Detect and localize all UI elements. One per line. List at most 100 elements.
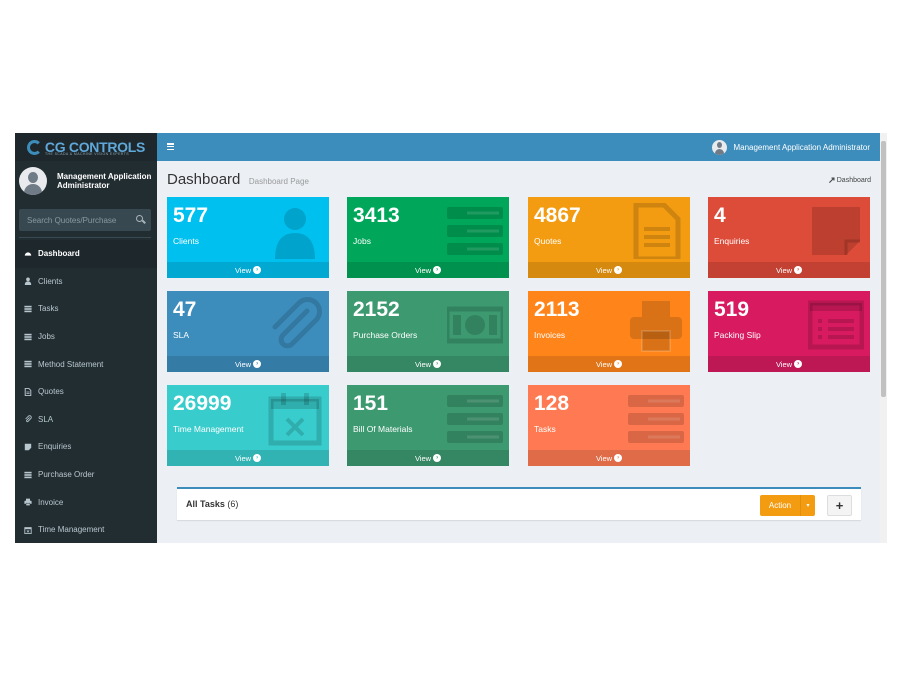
info-box-invoices: 2113 Invoices View › — [528, 291, 690, 372]
view-link[interactable]: View › — [167, 356, 329, 372]
calendar-icon — [24, 526, 32, 534]
view-link[interactable]: View › — [347, 450, 509, 466]
calendar-icon — [267, 391, 323, 447]
view-link-label: View — [234, 453, 252, 463]
info-box-clients: 577 Clients View › — [167, 197, 329, 278]
page-subtitle: Dashboard Page — [248, 177, 309, 186]
info-box-quotes: 4867 Quotes View › — [528, 197, 690, 278]
sidebar-item-label: Time Management — [38, 525, 105, 535]
info-box-count: 4 — [714, 204, 726, 227]
tasks-panel: All Tasks (6) Action ▾ + — [177, 487, 861, 520]
info-box-label: Enquiries — [714, 236, 750, 246]
view-link-label: View — [234, 359, 252, 369]
sidebar-item-quotes[interactable]: Quotes — [15, 378, 157, 406]
paperclip-icon — [24, 415, 32, 423]
search-icon[interactable] — [136, 215, 143, 222]
sidebar-item-label: Clients — [38, 276, 63, 286]
info-box-count: 577 — [173, 204, 209, 227]
info-box-tasks: 128 Tasks View › — [528, 385, 690, 466]
user-menu[interactable]: Management Application Administrator — [712, 138, 870, 156]
print-icon — [24, 498, 32, 506]
view-link[interactable]: View › — [347, 356, 509, 372]
breadcrumb[interactable]: Dashboard — [828, 177, 871, 184]
sidebar-item-method-statement[interactable]: Method Statement — [15, 350, 157, 378]
avatar — [712, 139, 728, 155]
scrollbar[interactable] — [880, 133, 887, 543]
sidebar-item-jobs[interactable]: Jobs — [15, 323, 157, 351]
sidebar-item-label: Jobs — [38, 332, 55, 342]
info-box-time-management: 26999 Time Management View › — [167, 385, 329, 466]
menu-toggle-icon[interactable] — [167, 143, 174, 151]
sidebar-item-enquiries[interactable]: Enquiries — [15, 433, 157, 461]
info-box-count: 519 — [714, 298, 750, 321]
view-link-label: View — [595, 359, 613, 369]
add-task-button[interactable]: + — [827, 495, 852, 516]
list-icon — [24, 360, 32, 368]
arrow-circle-right-icon: › — [433, 360, 442, 368]
info-box-bill-of-materials: 151 Bill Of Materials View › — [347, 385, 509, 466]
view-link[interactable]: View › — [347, 262, 509, 278]
view-link-label: View — [414, 359, 432, 369]
sidebar-item-label: Enquiries — [38, 442, 72, 452]
info-box-purchase-orders: 2152 Purchase Orders View › — [347, 291, 509, 372]
arrow-circle-right-icon: › — [794, 360, 803, 368]
view-link[interactable]: View › — [528, 450, 690, 466]
file-icon — [628, 202, 684, 262]
view-link-label: View — [775, 359, 793, 369]
view-link[interactable]: View › — [167, 450, 329, 466]
view-link-label: View — [775, 265, 793, 275]
info-box-packing-slip: 519 Packing Slip View › — [708, 291, 870, 372]
sidebar-item-label: SLA — [38, 414, 54, 424]
search-input[interactable] — [19, 209, 129, 231]
view-link-label: View — [595, 265, 613, 275]
sidebar-item-tasks[interactable]: Tasks — [15, 295, 157, 323]
list-icon — [447, 203, 503, 259]
info-box-count: 3413 — [353, 204, 400, 227]
navbar-user-name: Management Application Administrator — [733, 142, 870, 152]
dashboard-link-icon — [828, 177, 835, 183]
view-link[interactable]: View › — [708, 262, 870, 278]
sidebar-item-time-management[interactable]: Time Management — [15, 516, 157, 543]
brand-tagline: THE SCADA & MACHINE VISION EXPERTS — [45, 152, 129, 156]
sticky-note-icon — [24, 443, 32, 451]
brand-logo[interactable]: CG CONTROLS THE SCADA & MACHINE VISION E… — [15, 133, 157, 161]
arrow-circle-right-icon: › — [614, 360, 623, 368]
sticky-note-icon — [808, 203, 864, 259]
info-box-count: 128 — [534, 392, 570, 415]
info-box-label: Packing Slip — [714, 330, 761, 340]
tasks-title: All Tasks (6) — [186, 499, 238, 509]
info-box-sla: 47 SLA View › — [167, 291, 329, 372]
sidebar-item-sla[interactable]: SLA — [15, 406, 157, 434]
sidebar-item-label: Dashboard — [38, 249, 80, 259]
info-box-label: Jobs — [353, 236, 371, 246]
view-link-label: View — [234, 265, 252, 275]
tasks-count: (6) — [227, 499, 239, 509]
sidebar-item-clients[interactable]: Clients — [15, 268, 157, 296]
action-dropdown-button[interactable]: Action ▾ — [760, 495, 815, 516]
top-navbar: Management Application Administrator — [157, 133, 880, 161]
scrollbar-thumb[interactable] — [881, 141, 886, 397]
sidebar-user-name: Management Application Administrator — [57, 172, 152, 190]
view-link[interactable]: View › — [528, 356, 690, 372]
view-link[interactable]: View › — [167, 262, 329, 278]
user-panel: Management Application Administrator — [15, 163, 157, 205]
sidebar-item-purchase-order[interactable]: Purchase Order — [15, 461, 157, 489]
app-window: CG CONTROLS THE SCADA & MACHINE VISION E… — [15, 133, 887, 543]
info-box-count: 47 — [173, 298, 197, 321]
view-link[interactable]: View › — [528, 262, 690, 278]
info-box-count: 151 — [353, 392, 389, 415]
info-box-enquiries: 4 Enquiries View › — [708, 197, 870, 278]
print-icon — [628, 297, 684, 353]
logo-mark-icon — [26, 139, 42, 155]
arrow-circle-right-icon: › — [433, 454, 442, 462]
avatar — [19, 167, 47, 195]
sidebar-item-label: Tasks — [38, 304, 59, 314]
caret-down-icon[interactable]: ▾ — [800, 495, 815, 516]
sidebar-item-label: Invoice — [38, 497, 64, 507]
info-box-label: Bill Of Materials — [353, 424, 413, 434]
sidebar-item-label: Purchase Order — [38, 470, 95, 480]
sidebar-item-dashboard[interactable]: Dashboard — [15, 240, 157, 268]
sidebar-item-invoice[interactable]: Invoice — [15, 488, 157, 516]
view-link[interactable]: View › — [708, 356, 870, 372]
paperclip-icon — [267, 297, 323, 353]
